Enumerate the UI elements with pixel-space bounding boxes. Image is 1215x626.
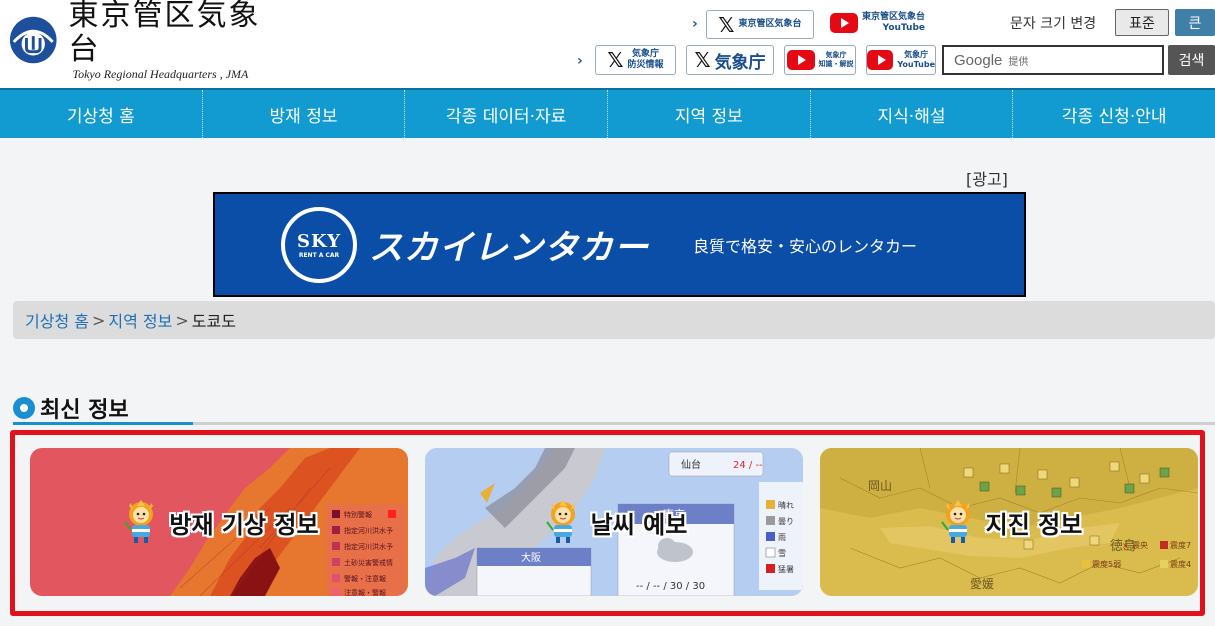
nav-item-knowledge[interactable]: 지식·해설 [811, 90, 1014, 138]
site-logo[interactable]: 東京管区気象台 Tokyo Regional Headquarters , JM… [6, 0, 286, 81]
x-jma-label: 気象庁 [714, 52, 766, 73]
warning-legend-1: 特別警報 [344, 510, 372, 519]
warning-legend-4: 土砂災害警戒情 [344, 558, 393, 567]
breadcrumb: 기상청 홈 > 지역 정보 > 도쿄도 [13, 301, 1215, 339]
youtube-tokyo-link[interactable]: 東京管区気象台 YouTube [830, 12, 925, 34]
youtube-chishiki-label: 気象庁 知識・解説 [819, 51, 854, 69]
youtube-chishiki-label-2: 知識・解説 [818, 60, 854, 68]
warning-legend-2: 指定河川洪水予 [344, 526, 393, 535]
nav-item-application[interactable]: 각종 신청·안내 [1013, 90, 1215, 138]
weather-city-2-value: -- / -- / 30 / 30 [636, 581, 705, 592]
weather-legend-3: 雨 [778, 533, 786, 542]
warning-legend-5: 警報・注意報 [344, 574, 386, 583]
card-weather-forecast[interactable]: 仙台 24 / -- 東京 -- / -- / 30 / 30 大阪 晴れ 曇り… [425, 448, 803, 596]
ad-brand: スカイレンタカー [369, 228, 649, 268]
font-size-label: 문자 크기 변경 [1010, 16, 1097, 32]
x-logo-icon: 𝕏 [607, 48, 624, 72]
quake-place-2: 愛媛 [970, 577, 994, 591]
breadcrumb-separator-icon: > [91, 310, 106, 330]
jma-logo-icon [9, 16, 57, 64]
chevron-right-icon: › [692, 16, 698, 32]
quake-legend-2: 震度7 [1170, 540, 1191, 550]
mascot-icon [940, 500, 970, 543]
x-logo-icon: 𝕏 [694, 48, 711, 72]
section-divider-accent [13, 422, 193, 425]
x-bousai-label: 気象庁 防災情報 [628, 49, 664, 71]
x-tokyo-label: 東京管区気象台 [738, 19, 802, 29]
mascot-icon [124, 500, 154, 543]
sky-logo: SKY RENT A CAR [281, 206, 357, 283]
section-header: 최신 정보 [13, 392, 129, 424]
youtube-tokyo-label-1: 東京管区気象台 [862, 12, 926, 22]
weather-city-1: 仙台 [681, 458, 701, 471]
youtube-tokyo-label-2: YouTube [882, 23, 926, 33]
x-tokyo-link[interactable]: 𝕏 東京管区気象台 [706, 10, 814, 39]
bullet-icon [13, 397, 35, 419]
ad-label: [광고] [966, 170, 1008, 189]
youtube-jma-label-2: YouTube [897, 60, 935, 69]
ad-banner[interactable]: SKY RENT A CAR スカイレンタカー 良質で格安・安心のレンタカー [213, 192, 1026, 297]
quake-place-3: 岡山 [868, 479, 892, 493]
ad-tagline: 良質で格安・安心のレンタカー [693, 236, 918, 256]
google-logo: Google [954, 51, 1003, 69]
chevron-right-icon: › [577, 53, 583, 69]
nav-item-home[interactable]: 기상청 홈 [0, 90, 203, 138]
breadcrumb-home[interactable]: 기상청 홈 [25, 308, 89, 332]
youtube-tokyo-label: 東京管区気象台 YouTube [862, 12, 925, 34]
font-size-standard-button[interactable]: 표준 [1115, 9, 1169, 36]
quake-legend-4: 震度4 [1170, 559, 1191, 569]
logo-subtitle: Tokyo Regional Headquarters , JMA [72, 66, 249, 81]
sky-logo-sub: RENT A CAR [298, 251, 340, 259]
warning-legend-3: 指定河川洪水予 [344, 542, 393, 551]
x-logo-icon: 𝕏 [718, 12, 735, 37]
youtube-icon [786, 50, 815, 70]
global-nav: 기상청 홈 방재 정보 각종 데이터·자료 지역 정보 지식·해설 각종 신청·… [0, 88, 1215, 138]
x-bousai-label-1: 気象庁 [632, 49, 660, 59]
section-divider [13, 422, 1215, 425]
youtube-chishiki-link[interactable]: 気象庁 知識・解説 [784, 45, 856, 75]
svg-text:×: × [1122, 541, 1129, 550]
breadcrumb-region[interactable]: 지역 정보 [108, 308, 172, 332]
x-jma-link[interactable]: 𝕏 気象庁 [686, 45, 774, 75]
youtube-jma-label: 気象庁 YouTube [897, 50, 935, 70]
sky-logo-main: SKY [296, 230, 341, 252]
warning-legend-6: 注意報・警報 [344, 588, 386, 596]
search-input[interactable]: Google 提供 [942, 45, 1164, 75]
section-title: 최신 정보 [40, 398, 129, 423]
site-header: 東京管区気象台 Tokyo Regional Headquarters , JM… [0, 0, 1215, 88]
logo-title: 東京管区気象台 [68, 0, 261, 67]
x-bousai-link[interactable]: 𝕏 気象庁 防災情報 [595, 45, 676, 75]
card-earthquake-label: 지진 정보 [985, 510, 1083, 539]
weather-legend-4: 雪 [778, 549, 786, 558]
youtube-jma-link[interactable]: 気象庁 YouTube [866, 45, 936, 75]
weather-legend-1: 晴れ [778, 500, 794, 510]
google-provided-label: 提供 [1008, 56, 1029, 68]
x-bousai-label-2: 防災情報 [627, 60, 664, 70]
breadcrumb-current: 도쿄도 [191, 312, 236, 331]
nav-item-disaster[interactable]: 방재 정보 [203, 90, 406, 138]
weather-city-3: 大阪 [521, 551, 541, 564]
youtube-chishiki-label-1: 気象庁 [825, 51, 847, 59]
mascot-icon [545, 500, 575, 543]
quake-legend-1: 震央 [1132, 540, 1148, 550]
weather-legend-2: 曇り [778, 517, 794, 526]
youtube-jma-label-1: 気象庁 [904, 50, 929, 59]
breadcrumb-separator-icon: > [175, 310, 189, 330]
weather-city-1-value: 24 / -- [733, 460, 763, 471]
card-forecast-label: 날씨 예보 [590, 510, 688, 539]
card-earthquake-info[interactable]: 徳島 愛媛 岡山 × 震央 震度7 震度5弱 震度4 지진 정보 [820, 448, 1198, 596]
card-disaster-info[interactable]: 特別警報 指定河川洪水予 指定河川洪水予 土砂災害警戒情 警報・注意報 注意報・… [30, 448, 408, 596]
quake-legend-3: 震度5弱 [1092, 559, 1121, 569]
weather-legend-5: 猛暑 [778, 564, 794, 574]
nav-item-region[interactable]: 지역 정보 [608, 90, 811, 138]
nav-item-data[interactable]: 각종 데이터·자료 [405, 90, 609, 138]
search-button[interactable]: 검색 [1168, 45, 1215, 75]
youtube-icon [867, 50, 894, 70]
card-disaster-label: 방재 기상 정보 [169, 510, 319, 539]
youtube-icon [830, 13, 858, 33]
font-size-large-button[interactable]: 큰 [1175, 9, 1215, 36]
